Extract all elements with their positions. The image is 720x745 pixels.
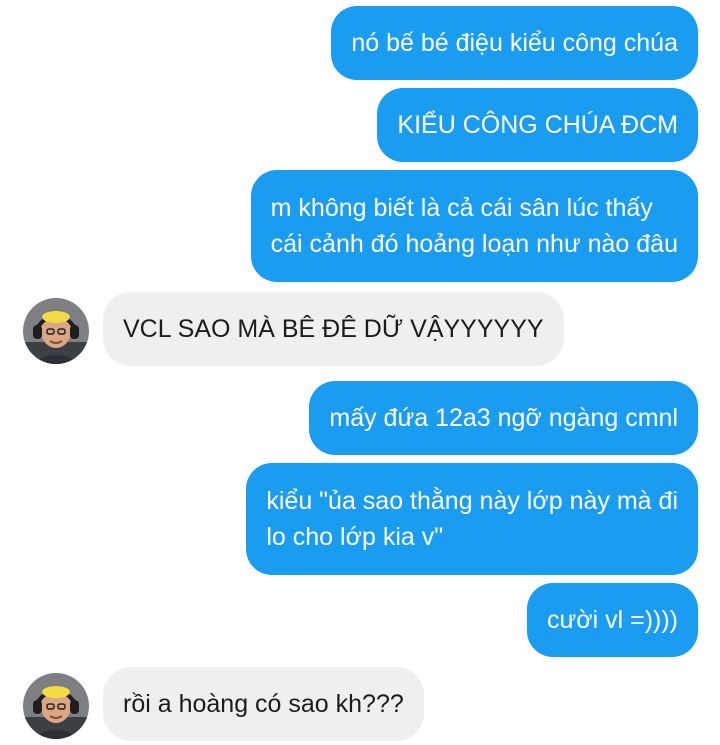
message-text: KIỂU CÔNG CHÚA ĐCM: [397, 111, 678, 139]
message-text-line: cái cảnh đó hoảng loạn như nào đâu: [270, 230, 678, 258]
outgoing-message-bubble[interactable]: mấy đứa 12a3 ngỡ ngàng cmnl: [309, 381, 698, 455]
message-text: rồi a hoàng có sao kh???: [123, 690, 404, 718]
outgoing-message-bubble[interactable]: nó bế bé điệu kiểu công chúa: [331, 6, 698, 80]
outgoing-message-bubble[interactable]: KIỂU CÔNG CHÚA ĐCM: [377, 88, 698, 162]
message-thread: nó bế bé điệu kiểu công chúa KIỂU CÔNG C…: [0, 0, 720, 745]
incoming-message-bubble[interactable]: rồi a hoàng có sao kh???: [103, 667, 424, 741]
avatar-photo-icon: [23, 298, 89, 364]
message-text: VCL SAO MÀ BÊ ĐÊ DỮ VẬYYYYYY: [123, 315, 544, 343]
avatar-photo-icon: [23, 673, 89, 739]
contact-avatar-icon[interactable]: [23, 673, 89, 739]
message-text: nó bế bé điệu kiểu công chúa: [351, 29, 678, 57]
message-text: mấy đứa 12a3 ngỡ ngàng cmnl: [329, 404, 678, 432]
message-text: cười vl =)))): [546, 606, 678, 634]
message-text-line: kiểu "ủa sao thằng này lớp này mà đi: [266, 487, 678, 515]
incoming-message-bubble[interactable]: VCL SAO MÀ BÊ ĐÊ DỮ VẬYYYYYY: [103, 292, 564, 366]
contact-avatar-icon[interactable]: [23, 298, 89, 364]
message-text-line: lo cho lớp kia v": [266, 523, 444, 551]
outgoing-message-bubble[interactable]: m không biết là cả cái sân lúc thấy cái …: [250, 170, 698, 282]
outgoing-message-bubble[interactable]: cười vl =)))): [526, 583, 698, 657]
message-text-line: m không biết là cả cái sân lúc thấy: [270, 194, 653, 222]
outgoing-message-bubble[interactable]: kiểu "ủa sao thằng này lớp này mà đi lo …: [246, 463, 698, 575]
